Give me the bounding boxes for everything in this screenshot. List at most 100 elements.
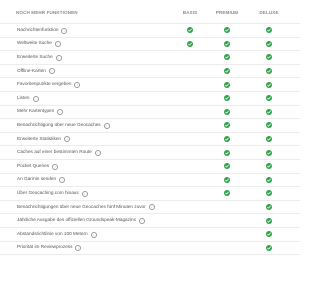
table-row: Offline-Karten i (0, 65, 300, 79)
info-icon[interactable]: i (55, 54, 62, 61)
table-row: Priorität im Reviewprozess i (0, 242, 300, 256)
feature-label: Jährliche Ausgabe des offiziellen Ground… (17, 217, 145, 224)
info-icon[interactable]: i (61, 27, 68, 34)
info-icon[interactable]: i (148, 204, 155, 211)
feature-name: Nachrichtenfunktion (17, 26, 59, 32)
table-row: Jährliche Ausgabe des offiziellen Ground… (0, 214, 300, 228)
feature-name: Erweiterte Statistiken (17, 135, 62, 141)
feature-column-heading: NOCH MEHR FUNKTIONEN (16, 10, 78, 15)
table-row: Nachrichtenfunktion i (0, 23, 300, 38)
feature-name: Listen (17, 94, 30, 100)
table-row: Pocket Queries i (0, 160, 300, 174)
feature-label: Listen i (17, 95, 39, 102)
deluxe-check-icon (266, 81, 272, 88)
deluxe-check-icon (266, 40, 272, 47)
info-icon[interactable]: i (32, 95, 39, 102)
premium-check-icon (224, 122, 230, 129)
info-icon[interactable]: i (90, 231, 97, 238)
table-row: Abstandsrichtlinie von 100 Metern i (0, 228, 300, 242)
deluxe-check-icon (266, 190, 272, 197)
feature-name: Über Geocaching.com hinaus (17, 190, 79, 196)
premium-check-icon (224, 108, 230, 115)
premium-check-icon (224, 95, 230, 102)
deluxe-check-icon (266, 244, 272, 251)
info-icon[interactable]: i (59, 177, 66, 184)
basis-column-heading: BASIS (182, 10, 198, 15)
premium-check-icon (224, 40, 230, 47)
premium-check-icon (224, 81, 230, 88)
table-row: Caches auf einer bestimmten Route i (0, 146, 300, 160)
feature-label: Benachrichtigung über neue Geocaches i (17, 122, 110, 129)
deluxe-check-icon (266, 176, 272, 183)
table-row: Benachrichtigungen über neue Geocaches f… (0, 201, 300, 215)
table-row: Über Geocaching.com hinaus i (0, 187, 300, 201)
feature-label: Mehr Kartentypen i (17, 108, 64, 116)
feature-label: Caches auf einer bestimmten Route i (17, 149, 101, 157)
deluxe-check-icon (266, 68, 272, 75)
info-icon[interactable]: i (54, 41, 61, 48)
info-icon[interactable]: i (75, 245, 82, 252)
table-row: Benachrichtigung über neue Geocaches i (0, 119, 300, 133)
feature-name: Mehr Kartentypen (17, 108, 55, 114)
feature-name: An Garmin senden (17, 176, 57, 182)
info-icon[interactable]: i (57, 109, 64, 116)
info-icon[interactable]: i (52, 163, 59, 170)
table-row: An Garmin senden i (0, 174, 300, 188)
feature-name: Pocket Queries (17, 162, 50, 168)
feature-label: Favoritenpunkte vergeben i (17, 81, 81, 89)
table-row: Mehr Kartentypen i (0, 106, 300, 120)
feature-name: Abstandsrichtlinie von 100 Metern (17, 230, 88, 236)
feature-label: Benachrichtigungen über neue Geocaches f… (17, 204, 155, 211)
info-icon[interactable]: i (48, 68, 55, 75)
feature-label: Nachrichtenfunktion i (17, 26, 68, 34)
info-icon[interactable]: i (139, 218, 145, 224)
premium-check-icon (224, 54, 230, 61)
info-icon[interactable]: i (103, 122, 110, 129)
feature-label: Erweiterte Statistiken i (17, 135, 71, 143)
info-icon[interactable]: i (74, 82, 81, 89)
deluxe-check-icon (266, 149, 272, 156)
deluxe-check-icon (266, 136, 272, 143)
deluxe-check-icon (266, 108, 272, 115)
feature-label: Weltweite Suche i (17, 40, 61, 48)
deluxe-check-icon (266, 204, 272, 211)
deluxe-check-icon (266, 122, 272, 129)
table-row: Erweiterte Statistiken i (0, 133, 300, 147)
feature-name: Favoritenpunkte vergeben (17, 81, 72, 87)
feature-label: Über Geocaching.com hinaus i (17, 190, 88, 197)
premium-check-icon (224, 27, 230, 34)
premium-column-heading: PREMIUM (215, 10, 239, 15)
feature-name: Caches auf einer bestimmten Route (17, 149, 92, 155)
deluxe-check-icon (266, 217, 272, 224)
deluxe-check-icon (266, 54, 272, 61)
premium-check-icon (224, 190, 230, 197)
table-header: NOCH MEHR FUNKTIONEN BASIS PREMIUM DELUX… (0, 8, 300, 18)
feature-label: Offline-Karten i (17, 68, 55, 75)
feature-label: Priorität im Reviewprozess i (17, 244, 82, 252)
feature-name: Erweiterte Suche (17, 54, 53, 60)
deluxe-column-heading: DELUXE (259, 10, 279, 15)
feature-label: Erweiterte Suche i (17, 54, 62, 61)
table-row: Listen i (0, 92, 300, 106)
premium-check-icon (224, 149, 230, 156)
premium-check-icon (224, 68, 230, 75)
info-icon[interactable]: i (94, 150, 101, 157)
premium-check-icon (224, 176, 230, 183)
feature-name: Priorität im Reviewprozess (17, 244, 73, 250)
feature-comparison-table: NOCH MEHR FUNKTIONEN BASIS PREMIUM DELUX… (0, 0, 300, 285)
feature-name: Weltweite Suche (17, 40, 52, 46)
info-icon[interactable]: i (81, 190, 88, 197)
feature-label: Abstandsrichtlinie von 100 Metern i (17, 231, 97, 238)
deluxe-check-icon (266, 27, 272, 34)
feature-label: An Garmin senden i (17, 176, 66, 184)
info-icon[interactable]: i (64, 136, 71, 143)
table-row: Favoritenpunkte vergeben i (0, 78, 300, 92)
deluxe-check-icon (266, 231, 272, 238)
premium-check-icon (224, 163, 230, 170)
premium-check-icon (224, 136, 230, 143)
basis-check-icon (187, 40, 193, 47)
feature-name: Offline-Karten (17, 67, 46, 73)
table-row: Weltweite Suche i (0, 38, 300, 52)
table-row: Erweiterte Suche i (0, 51, 300, 65)
feature-name: Benachrichtigung über neue Geocaches (17, 122, 101, 128)
